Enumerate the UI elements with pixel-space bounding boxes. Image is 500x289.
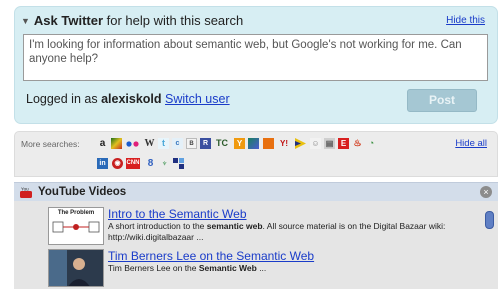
yahoo-icon[interactable] — [248, 138, 259, 149]
desc-text: ... — [256, 263, 267, 273]
video-title-link[interactable]: Intro to the Semantic Web — [108, 207, 247, 221]
username: alexiskold — [101, 92, 162, 106]
scrollbar-thumb[interactable] — [485, 211, 494, 229]
more-searches-panel: More searches: Hide all a W t c B R TC Y… — [14, 131, 498, 177]
google-g-icon[interactable]: 8 — [145, 158, 156, 169]
picasa-icon[interactable]: Y! — [277, 138, 291, 149]
stumbleupon-icon[interactable]: Y — [234, 138, 245, 149]
desc-text: Tim Berners Lee on the — [108, 263, 199, 273]
linkedin-icon[interactable]: E — [338, 138, 349, 149]
youtube-header: You YouTube Videos × — [14, 182, 498, 201]
delicious-icon[interactable]: c — [172, 138, 183, 149]
twitter-icon[interactable]: t — [158, 138, 169, 149]
close-icon[interactable]: × — [480, 186, 492, 198]
ask-twitter-panel: ▼ Ask Twitter for help with this search H… — [14, 6, 498, 124]
switch-user-link[interactable]: Switch user — [165, 92, 230, 106]
mashable-icon[interactable]: ♨ — [352, 138, 363, 149]
post-button[interactable]: Post — [407, 89, 477, 112]
video-thumbnail[interactable]: The Problem — [48, 207, 104, 245]
desc-text: A short introduction to the — [108, 221, 207, 231]
svg-text:You: You — [21, 187, 29, 192]
reddit-icon[interactable]: ☺ — [310, 138, 321, 149]
more-searches-label: More searches: — [21, 139, 80, 149]
video-description: A short introduction to the semantic web… — [108, 221, 478, 243]
collapse-triangle-icon[interactable]: ▼ — [21, 16, 30, 26]
youtube-icon[interactable] — [263, 138, 274, 149]
youtube-title: YouTube Videos — [38, 186, 127, 198]
wikipedia-icon[interactable]: W — [144, 138, 155, 149]
wordpress-icon[interactable]: ◉ — [112, 158, 123, 169]
digg-icon[interactable]: B — [186, 138, 197, 149]
desc-highlight: Semantic Web — [198, 263, 257, 273]
login-status: Logged in as alexiskold Switch user — [26, 92, 230, 106]
logged-in-prefix: Logged in as — [26, 92, 102, 106]
diagram-thumbnail-icon — [52, 221, 100, 233]
hide-this-link[interactable]: Hide this — [446, 15, 485, 26]
ask-twitter-header[interactable]: ▼ Ask Twitter for help with this search — [21, 13, 243, 28]
youtube-results: The Problem Intro to the Semantic Web A … — [14, 201, 498, 289]
tweet-message-input[interactable]: I'm looking for information about semant… — [23, 34, 488, 81]
ask-twitter-title: Ask Twitter — [33, 13, 104, 28]
google-search-icon[interactable]: in — [97, 158, 108, 169]
hide-all-link[interactable]: Hide all — [455, 138, 487, 149]
video-title-link[interactable]: Tim Berners Lee on the Semantic Web — [108, 249, 314, 263]
cnn-icon[interactable]: ◔ — [366, 138, 377, 149]
youtube-logo-icon: You — [20, 187, 32, 198]
feed-icon[interactable]: ♆ — [159, 158, 170, 169]
delicious2-icon[interactable]: CNN — [126, 158, 140, 169]
techcrunch-icon[interactable]: R — [200, 138, 211, 149]
flickr-icon[interactable] — [111, 138, 122, 149]
video-description: Tim Berners Lee on the Semantic Web ... — [108, 263, 478, 274]
ask-twitter-subtitle: for help with this search — [103, 13, 244, 28]
desc-highlight: semantic web — [206, 221, 263, 231]
engadget-icon[interactable] — [295, 138, 306, 149]
yelp-icon[interactable] — [126, 138, 140, 149]
google-icon[interactable]: ▤ — [324, 138, 335, 149]
yahoo-answers-icon[interactable]: TC — [215, 138, 229, 149]
speaker-thumbnail-icon — [49, 250, 103, 286]
checker-icon[interactable] — [173, 158, 184, 169]
video-thumbnail[interactable] — [48, 249, 104, 287]
amazon-icon[interactable]: a — [97, 138, 108, 149]
